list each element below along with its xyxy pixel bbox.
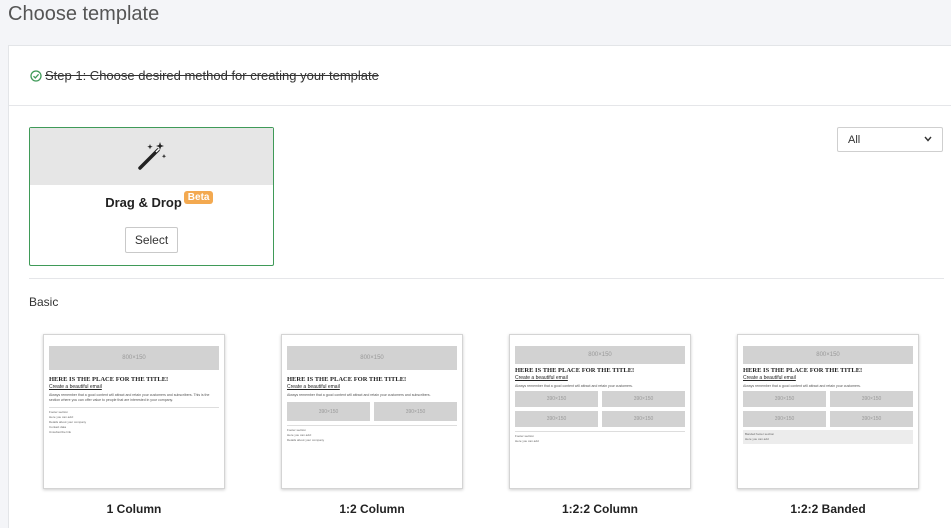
template-card: Step 1: Choose desired method for creati… — [8, 45, 951, 528]
select-button[interactable]: Select — [125, 227, 178, 253]
template-1-2-2-column[interactable]: 800×150 HERE IS THE PLACE FOR THE TITLE!… — [509, 334, 691, 516]
template-name: 1:2:2 Banded — [790, 502, 866, 516]
section-label: Basic — [29, 295, 59, 309]
template-1-column[interactable]: 800×150 HERE IS THE PLACE FOR THE TITLE!… — [43, 334, 225, 516]
drag-drop-title: Drag & Drop — [105, 195, 182, 210]
magic-wand-icon — [138, 142, 167, 170]
template-thumbnail[interactable]: 800×150 HERE IS THE PLACE FOR THE TITLE!… — [509, 334, 691, 489]
template-thumbnail[interactable]: 800×150 HERE IS THE PLACE FOR THE TITLE!… — [737, 334, 919, 489]
template-1-2-2-banded[interactable]: 800×150 HERE IS THE PLACE FOR THE TITLE!… — [737, 334, 919, 516]
step-row[interactable]: Step 1: Choose desired method for creati… — [9, 46, 951, 106]
template-1-2-column[interactable]: 800×150 HERE IS THE PLACE FOR THE TITLE!… — [281, 334, 463, 516]
drag-drop-header — [30, 128, 273, 185]
beta-badge: Beta — [183, 191, 214, 204]
template-name: 1:2 Column — [339, 502, 405, 516]
check-circle-icon — [30, 70, 42, 82]
drag-drop-card[interactable]: Drag & Drop Beta Select — [29, 127, 274, 266]
drag-drop-title-row: Drag & Drop Beta — [30, 191, 273, 210]
chevron-down-icon — [924, 136, 932, 142]
section-divider — [29, 278, 944, 279]
page-title: Choose template — [8, 3, 160, 25]
template-name: 1:2:2 Column — [561, 502, 638, 516]
template-thumbnail[interactable]: 800×150 HERE IS THE PLACE FOR THE TITLE!… — [43, 334, 225, 489]
filter-dropdown[interactable]: All — [837, 127, 943, 152]
template-name: 1 Column — [106, 502, 162, 516]
template-thumbnail[interactable]: 800×150 HERE IS THE PLACE FOR THE TITLE!… — [281, 334, 463, 489]
step-title: Step 1: Choose desired method for creati… — [45, 68, 379, 83]
filter-selected: All — [848, 134, 861, 146]
